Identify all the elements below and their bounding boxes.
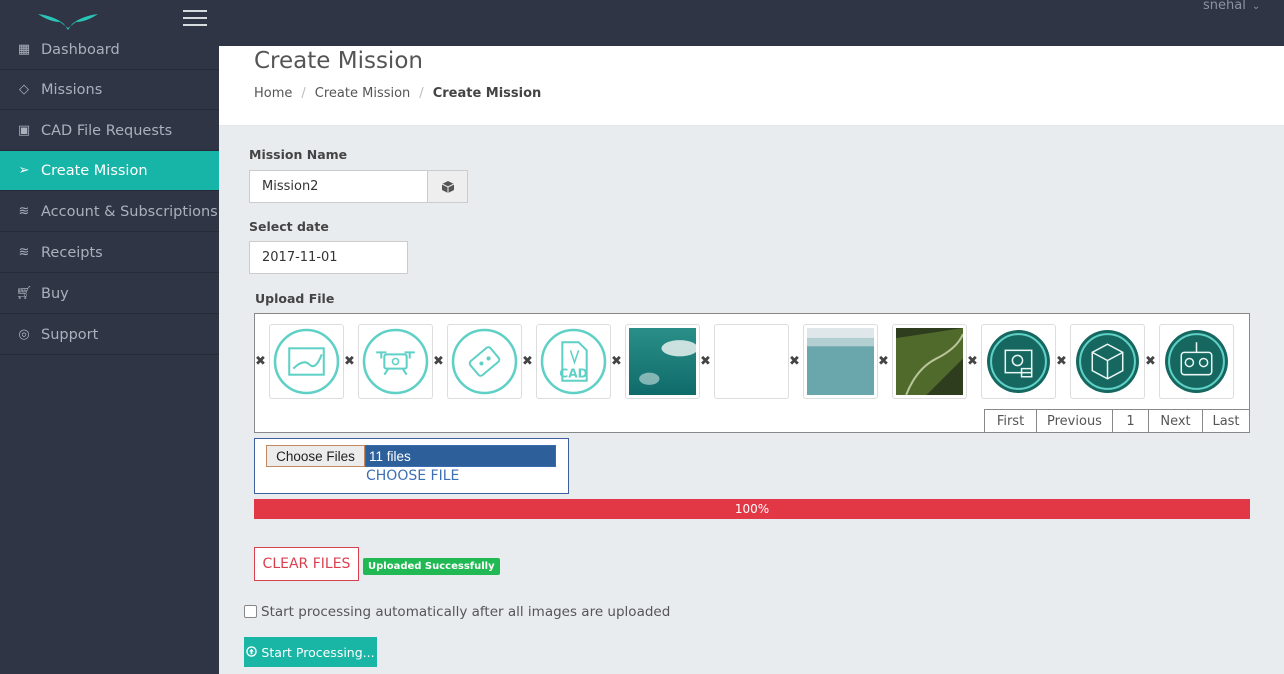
pager-next-button[interactable]: Next	[1148, 409, 1203, 433]
remove-file-icon[interactable]: ✖	[1145, 354, 1156, 369]
sidebar: ▦ Dashboard ◇ Missions ▣ CAD File Reques…	[0, 42, 219, 674]
sidebar-item-label: Dashboard	[41, 41, 120, 58]
cad-file-icon: CAD	[540, 328, 607, 395]
cube-icon-button[interactable]	[427, 170, 468, 203]
brand-logo[interactable]	[36, 8, 100, 32]
upload-status-badge: Uploaded Successfully	[363, 558, 500, 575]
sidebar-item-dashboard[interactable]: ▦ Dashboard	[0, 30, 219, 70]
remove-file-icon[interactable]: ✖	[433, 354, 444, 369]
map-route-icon	[273, 328, 340, 395]
remove-file-icon[interactable]: ✖	[344, 354, 355, 369]
sidebar-item-buy[interactable]: 🛒︎ Buy	[0, 274, 219, 314]
aerial-water-photo	[807, 328, 874, 395]
thumbnail-aerial-forest	[892, 324, 967, 399]
sidebar-item-support[interactable]: ◎ Support	[0, 315, 219, 355]
thumbnail-drone-route	[447, 324, 522, 399]
sidebar-item-label: Account & Subscriptions	[41, 203, 218, 220]
breadcrumb: Home / Create Mission / Create Mission	[254, 86, 541, 101]
remove-file-icon[interactable]: ✖	[700, 354, 711, 369]
remove-file-icon[interactable]: ✖	[878, 354, 889, 369]
layers-icon: ≋	[18, 245, 30, 260]
3d-box-icon	[1076, 330, 1139, 393]
choose-files-button[interactable]: Choose Files	[266, 445, 365, 467]
sidebar-item-missions[interactable]: ◇ Missions	[0, 70, 219, 110]
breadcrumb-current: Create Mission	[432, 86, 542, 101]
cube-icon	[441, 180, 454, 193]
thumbnail-survey-report	[981, 324, 1056, 399]
thumbnail-aerial-sea	[625, 324, 700, 399]
upload-circle-icon	[246, 645, 258, 660]
pager-page-1[interactable]: 1	[1112, 409, 1149, 433]
menu-toggle-button[interactable]	[183, 10, 207, 28]
remove-file-icon[interactable]: ✖	[611, 354, 622, 369]
thumbnail-drone	[358, 324, 433, 399]
breadcrumb-create-mission[interactable]: Create Mission	[315, 86, 411, 101]
mission-name-input[interactable]: Mission2	[249, 170, 428, 203]
select-date-label: Select date	[249, 219, 329, 234]
choose-file-link[interactable]: CHOOSE FILE	[366, 468, 459, 484]
drone-route-icon	[451, 328, 518, 395]
life-ring-icon: ◎	[18, 327, 30, 342]
survey-report-icon	[987, 330, 1050, 393]
remove-file-icon[interactable]: ✖	[1056, 354, 1067, 369]
thumbnail-map-route	[269, 324, 344, 399]
breadcrumb-home[interactable]: Home	[254, 86, 292, 101]
thumbnail-cad-file: CAD	[536, 324, 611, 399]
chevron-down-icon: ⌄	[1251, 1, 1261, 12]
pager-last-button[interactable]: Last	[1202, 409, 1250, 433]
sidebar-item-label: Support	[41, 326, 99, 343]
upload-progress-bar: 100%	[254, 499, 1250, 519]
user-name: snehal	[1203, 0, 1246, 13]
upload-file-label: Upload File	[255, 291, 335, 306]
remove-file-icon[interactable]: ✖	[789, 354, 800, 369]
drone-icon	[362, 328, 429, 395]
start-processing-button[interactable]: Start Processing...	[244, 637, 377, 667]
layers-icon: ≋	[18, 204, 30, 219]
remove-file-icon[interactable]: ✖	[967, 354, 978, 369]
mission-name-label: Mission Name	[249, 147, 348, 162]
user-menu[interactable]: snehal ⌄	[1203, 0, 1260, 13]
diamond-icon: ◇	[19, 82, 29, 97]
sidebar-item-label: Missions	[41, 81, 103, 98]
remote-controller-icon	[1165, 330, 1228, 393]
pager-previous-button[interactable]: Previous	[1036, 409, 1113, 433]
files-selected-indicator: 11 files	[365, 445, 556, 467]
thumbnail-blank	[714, 324, 789, 399]
date-input[interactable]: 2017-11-01	[249, 241, 408, 274]
aerial-sea-photo	[629, 328, 696, 395]
image-icon: ▣	[17, 123, 31, 138]
breadcrumb-separator: /	[419, 86, 424, 101]
auto-process-label: Start processing automatically after all…	[261, 604, 671, 620]
upload-progress-fill: 100%	[254, 499, 1250, 519]
dashboard-icon: ▦	[17, 42, 31, 57]
aerial-forest-road-photo	[896, 328, 963, 395]
breadcrumb-separator: /	[301, 86, 306, 101]
page-title: Create Mission	[254, 48, 423, 74]
clear-files-button[interactable]: CLEAR FILES	[254, 547, 359, 581]
remove-file-icon[interactable]: ✖	[522, 354, 533, 369]
remove-file-icon[interactable]: ✖	[255, 354, 266, 369]
sidebar-item-label: Create Mission	[41, 162, 148, 179]
sidebar-item-label: Receipts	[41, 244, 103, 261]
sidebar-item-cad-file-requests[interactable]: ▣ CAD File Requests	[0, 111, 219, 151]
sidebar-item-create-mission[interactable]: ➢ Create Mission	[0, 151, 219, 191]
cart-icon: 🛒︎	[15, 286, 33, 301]
thumbnail-3d-box	[1070, 324, 1145, 399]
auto-process-checkbox[interactable]	[244, 605, 257, 618]
page-header: Create Mission Home / Create Mission / C…	[219, 46, 1284, 126]
sidebar-item-account-subscriptions[interactable]: ≋ Account & Subscriptions	[0, 192, 219, 232]
thumbnail-remote-controller	[1159, 324, 1234, 399]
cad-label: CAD	[559, 367, 587, 381]
paper-plane-icon: ➢	[18, 163, 30, 178]
start-processing-label: Start Processing...	[261, 644, 375, 660]
sidebar-item-label: CAD File Requests	[41, 122, 173, 139]
sidebar-item-label: Buy	[41, 285, 69, 302]
sidebar-item-receipts[interactable]: ≋ Receipts	[0, 233, 219, 273]
thumbnail-aerial-water	[803, 324, 878, 399]
pager-first-button[interactable]: First	[984, 409, 1037, 433]
